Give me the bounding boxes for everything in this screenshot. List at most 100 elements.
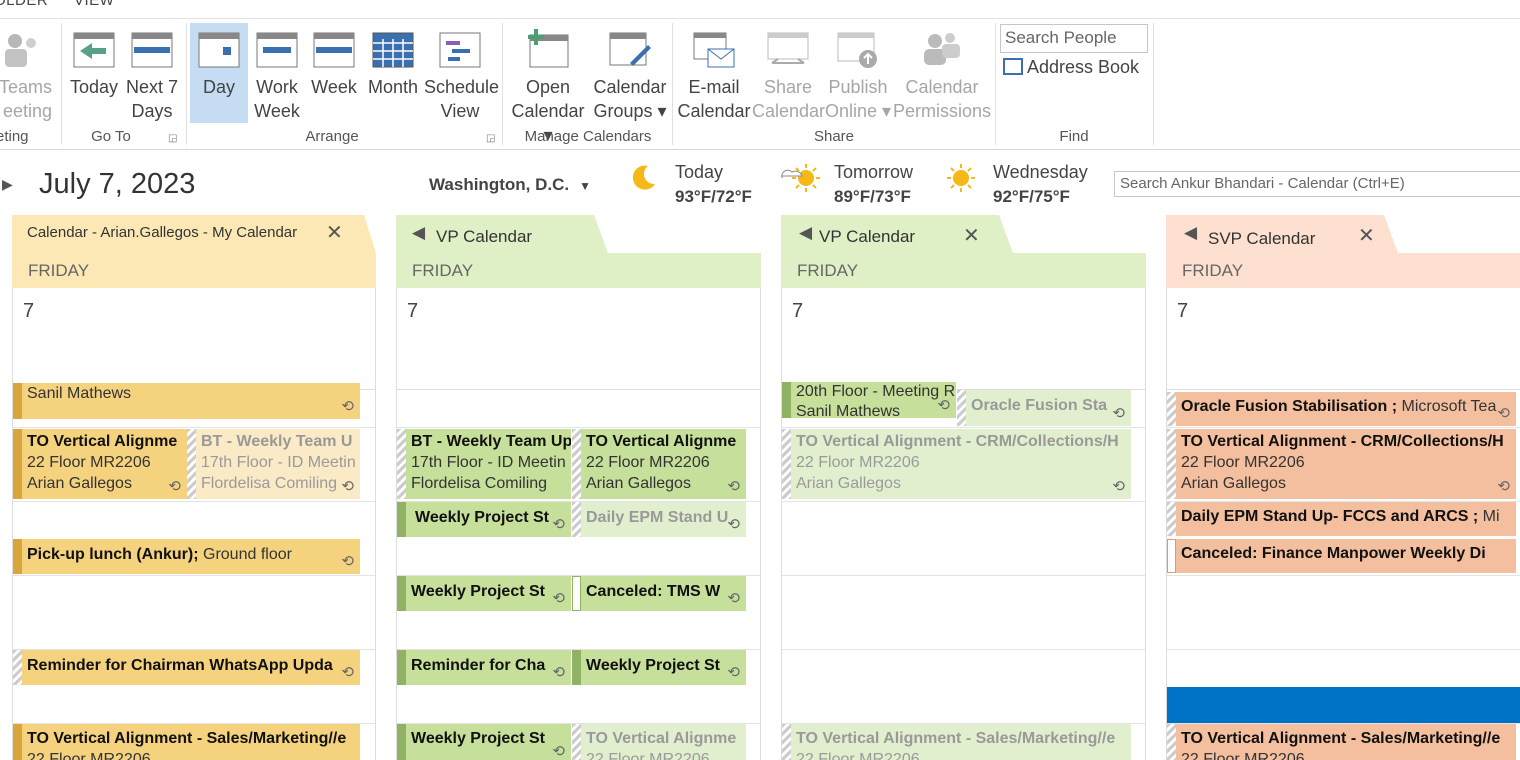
- calendar-tab[interactable]: Calendar - Arian.Gallegos - My Calendar …: [12, 215, 376, 253]
- calendar-tab[interactable]: ◀ VP Calendar ✕: [781, 215, 1013, 253]
- calendar-event[interactable]: Weekly Project St ⟲: [572, 650, 746, 685]
- event-status-bar: [13, 539, 22, 574]
- event-organizer: Arian Gallegos: [1181, 475, 1286, 492]
- calendar-event[interactable]: Sanil Mathews ⟲: [13, 383, 360, 419]
- close-icon[interactable]: ✕: [1358, 223, 1375, 248]
- calendar-column-vp-2: ◀ VP Calendar ✕ FRIDAY 7 20th Floor - Me…: [781, 215, 1146, 760]
- day-number: 7: [1166, 288, 1520, 390]
- calendar-event[interactable]: Canceled: Finance Manpower Weekly Di: [1167, 539, 1516, 573]
- next-7-days-button[interactable]: Next 7 Days: [124, 23, 180, 123]
- calendar-tab-name: VP Calendar: [819, 227, 916, 246]
- calendar-tab-name: Calendar - Arian.Gallegos - My Calendar: [27, 224, 298, 241]
- event-location: 22 Floor MR2206: [27, 751, 151, 760]
- today-label: Today: [69, 77, 119, 97]
- event-title: Pick-up lunch (Ankur);: [27, 546, 199, 563]
- calendar-event[interactable]: Daily EPM Stand Up- FCCS and ARCS ; Mi: [1167, 502, 1516, 536]
- calendar-event[interactable]: TO Vertical Alignment - Sales/Marketing/…: [1167, 724, 1516, 760]
- calendar-event[interactable]: BT - Weekly Team Up 17th Floor - ID Meet…: [397, 429, 571, 499]
- schedule-view-button[interactable]: Schedule View: [424, 23, 499, 123]
- weather-today-label: Today: [675, 162, 724, 182]
- goto-launcher-icon[interactable]: ◲: [168, 133, 177, 144]
- calendar-event[interactable]: Reminder for Chairman WhatsApp Upda ⟲: [13, 650, 360, 685]
- open-calendar-button[interactable]: Open Calendar ▾: [506, 23, 590, 145]
- teams-meeting-button[interactable]: Teams eeting: [0, 23, 52, 123]
- event-location: 22 Floor MR2206: [27, 454, 151, 471]
- week-button[interactable]: Week: [308, 23, 360, 123]
- close-icon[interactable]: ✕: [326, 220, 343, 245]
- event-status-bar: [782, 382, 791, 418]
- calendar-groups-button[interactable]: Calendar Groups ▾: [590, 23, 670, 123]
- partly-sunny-icon: [781, 164, 820, 192]
- hour-line: [1167, 427, 1520, 428]
- event-status-bar: [1167, 392, 1176, 426]
- calendar-event[interactable]: TO Vertical Alignme 22 Floor MR2206 Aria…: [13, 429, 187, 499]
- weekday-header: FRIDAY: [396, 253, 761, 288]
- day-view-button[interactable]: Day: [190, 23, 248, 123]
- forward-arrow-icon[interactable]: ▶: [2, 176, 13, 193]
- hour-line: [1167, 649, 1520, 650]
- event-title: BT - Weekly Team U: [201, 433, 353, 450]
- event-status-bar: [1167, 429, 1176, 499]
- location-dropdown[interactable]: Washington, D.C. ▼: [429, 175, 591, 195]
- calendar-event[interactable]: Reminder for Cha ⟲: [397, 650, 571, 685]
- calendar-groups-label: Calendar Groups ▾: [593, 77, 667, 121]
- calendar-tab[interactable]: ◀ VP Calendar: [396, 215, 608, 253]
- arrange-group-label: Arrange: [305, 128, 359, 145]
- week-label: Week: [311, 77, 357, 97]
- back-arrow-icon: ◀: [799, 223, 813, 242]
- event-location: Mi: [1478, 508, 1500, 525]
- recurring-icon: ⟲: [552, 664, 565, 681]
- calendar-event[interactable]: TO Vertical Alignment - CRM/Collections/…: [782, 429, 1131, 499]
- search-people-input[interactable]: Search People: [1000, 24, 1148, 53]
- calendar-event[interactable]: Canceled: TMS W ⟲: [572, 576, 746, 611]
- calendar-event[interactable]: BT - Weekly Team U 17th Floor - ID Meeti…: [187, 429, 360, 499]
- arrange-launcher-icon[interactable]: ◲: [486, 133, 495, 144]
- email-calendar-button[interactable]: E-mail Calendar: [676, 23, 752, 123]
- date-navigation-bar: ▶ July 7, 2023 Washington, D.C. ▼ Today 9…: [0, 150, 1520, 215]
- selected-time-slot[interactable]: [1167, 687, 1520, 723]
- calendar-event[interactable]: TO Vertical Alignme 22 Floor MR2206 Aria…: [572, 429, 746, 499]
- month-button[interactable]: Month: [364, 23, 422, 123]
- separator: [186, 23, 187, 145]
- calendar-event[interactable]: Weekly Project St ⟲: [397, 502, 571, 537]
- tab-view[interactable]: VIEW: [74, 0, 114, 9]
- calendar-permissions-button[interactable]: Calendar Permissions: [892, 23, 992, 123]
- calendar-search-input[interactable]: Search Ankur Bhandari - Calendar (Ctrl+E…: [1114, 171, 1520, 197]
- event-title: Canceled: Finance Manpower Weekly Di: [1181, 545, 1486, 562]
- calendar-event[interactable]: TO Vertical Alignment - CRM/Collections/…: [1167, 429, 1516, 499]
- weather-wednesday-label: Wednesday: [993, 162, 1088, 182]
- work-week-button[interactable]: Work Week: [250, 23, 304, 123]
- moon-icon: [632, 165, 655, 190]
- calendar-event[interactable]: TO Vertical Alignment - Sales/Marketing/…: [782, 724, 1131, 760]
- recurring-icon: ⟲: [1497, 405, 1510, 422]
- publish-online-button[interactable]: Publish Online ▾: [824, 23, 892, 123]
- close-icon[interactable]: ✕: [963, 223, 980, 248]
- weekday-header: FRIDAY: [1166, 253, 1520, 288]
- event-location: 22 Floor MR2206: [586, 751, 710, 760]
- calendar-event[interactable]: Pick-up lunch (Ankur); Ground floor ⟲: [13, 539, 360, 574]
- share-calendar-icon: [767, 32, 809, 64]
- tab-folder[interactable]: OLDER: [0, 0, 48, 9]
- event-title: Canceled: TMS W: [586, 583, 721, 600]
- recurring-icon: ⟲: [1112, 405, 1125, 422]
- today-button[interactable]: Today: [66, 23, 122, 123]
- recurring-icon: ⟲: [552, 590, 565, 607]
- share-calendar-button[interactable]: Share Calendar: [752, 23, 825, 123]
- calendar-tab-name: VP Calendar: [436, 227, 533, 246]
- calendar-tab[interactable]: ◀ SVP Calendar ✕: [1166, 215, 1398, 253]
- calendar-event[interactable]: TO Vertical Alignment - Sales/Marketing/…: [13, 724, 360, 760]
- calendar-event[interactable]: Weekly Project St ⟲: [397, 576, 571, 611]
- address-book-button[interactable]: Address Book: [1003, 57, 1139, 78]
- calendar-event[interactable]: TO Vertical Alignme 22 Floor MR2206: [572, 724, 746, 760]
- weekday-header: FRIDAY: [12, 253, 376, 288]
- recurring-icon: ⟲: [937, 397, 950, 414]
- day-view-label: Day: [202, 77, 235, 97]
- calendar-event[interactable]: Daily EPM Stand U ⟲: [572, 502, 746, 537]
- hour-line: [782, 501, 1145, 502]
- calendar-event[interactable]: Weekly Project St ⟲: [397, 724, 571, 760]
- email-calendar-label: E-mail Calendar: [677, 77, 751, 121]
- calendar-event[interactable]: Oracle Fusion Sta ⟲: [957, 390, 1131, 426]
- recurring-icon: ⟲: [727, 478, 740, 495]
- calendar-event[interactable]: 20th Floor - Meeting R Sanil Mathews ⟲: [782, 382, 956, 418]
- calendar-event[interactable]: Oracle Fusion Stabilisation ; Microsoft …: [1167, 392, 1516, 426]
